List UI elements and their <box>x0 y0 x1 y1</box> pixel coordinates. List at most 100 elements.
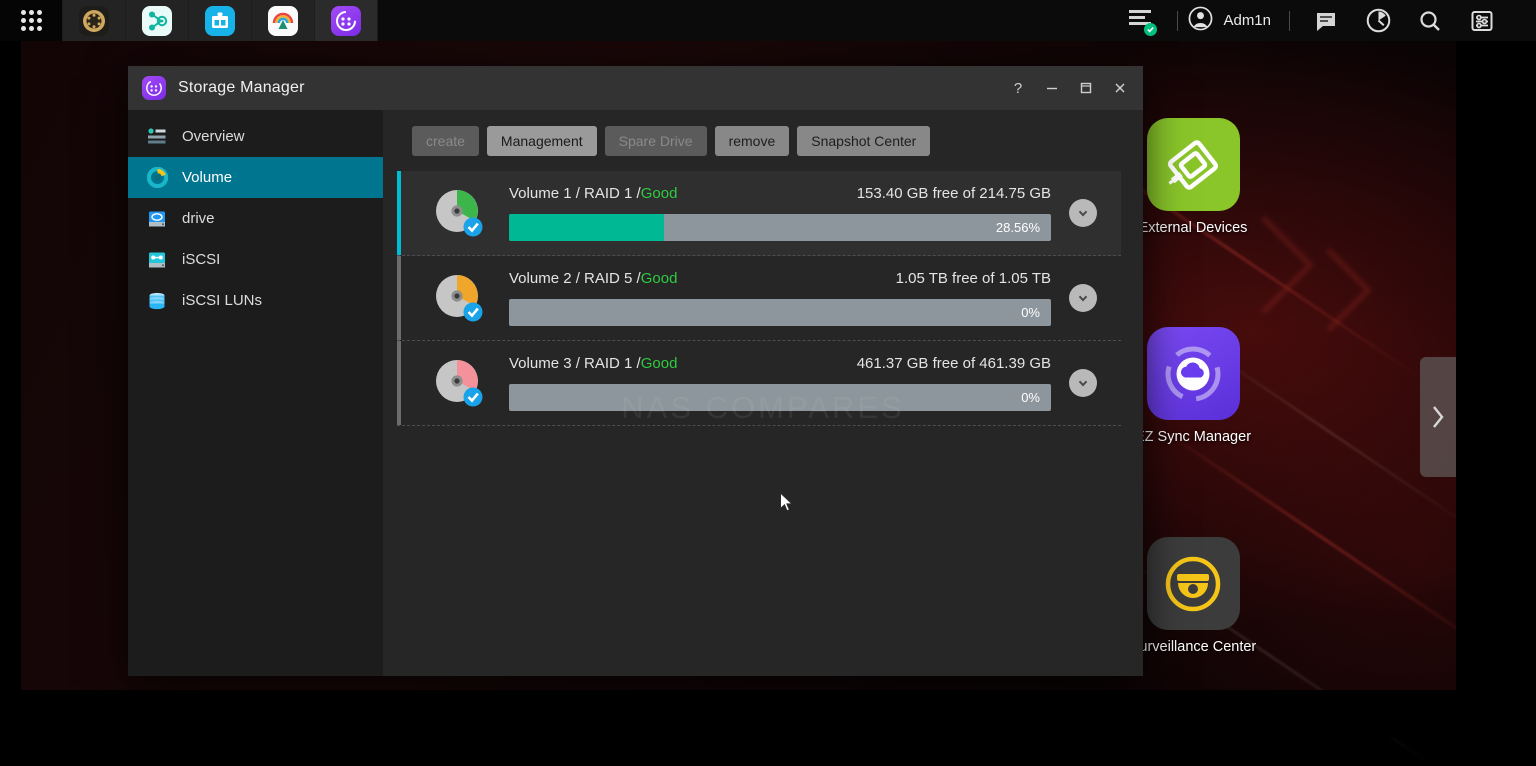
sidebar-item-drive[interactable]: drive <box>128 198 383 239</box>
expand-row-button[interactable] <box>1069 284 1097 312</box>
table-row[interactable]: Volume 2 / RAID 5 / Good 1.05 TB free of… <box>397 256 1121 341</box>
management-button[interactable]: Management <box>486 126 597 156</box>
volume-usage-percent: 28.56% <box>995 220 1040 235</box>
volume-name: Volume 2 / RAID 5 / <box>509 270 641 287</box>
status-badge: Good <box>640 355 678 372</box>
sidebar-item-label: iSCSI LUNs <box>182 292 263 309</box>
table-row[interactable]: Volume 3 / RAID 1 / Good 461.37 GB free … <box>397 341 1121 426</box>
remove-button[interactable]: remove <box>714 126 790 156</box>
system-status-button[interactable] <box>1115 0 1167 41</box>
sidebar-item-overview[interactable]: Overview <box>128 116 383 157</box>
resource-monitor-icon <box>1366 8 1390 33</box>
toolbar: create Management Spare Drive remove Sna… <box>383 126 1143 156</box>
photo-station-icon <box>268 5 298 36</box>
iscsi-icon <box>146 249 168 271</box>
settings-icon <box>1471 10 1493 31</box>
divider <box>1177 10 1179 31</box>
settings-button[interactable] <box>1456 0 1508 41</box>
taskbar-item-storage-manager[interactable] <box>315 0 378 41</box>
volume-disc-icon <box>431 355 487 411</box>
table-row[interactable]: Volume 1 / RAID 1 / Good 153.40 GB free … <box>397 171 1121 256</box>
iscsi-lun-icon <box>146 290 168 312</box>
window-title: Storage Manager <box>178 79 305 96</box>
volume-capacity: 1.05 TB free of 1.05 TB <box>895 270 1051 287</box>
volume-usage-fill <box>509 214 664 241</box>
usb-device-icon <box>1146 118 1240 211</box>
volume-usage-bar: 28.56% <box>509 214 1051 241</box>
expand-row-button[interactable] <box>1069 199 1097 227</box>
app-center-icon <box>205 5 235 36</box>
storage-manager-window: Storage Manager ? Overview Volume drive … <box>128 66 1143 676</box>
user-avatar-icon <box>1188 6 1213 36</box>
network-topology-icon <box>142 5 172 36</box>
close-icon <box>1115 83 1125 93</box>
system-status-icon <box>1127 6 1158 36</box>
sidebar-item-label: iSCSI <box>182 251 221 268</box>
sidebar-item-iscsi-luns[interactable]: iSCSI LUNs <box>128 280 383 321</box>
status-badge: Good <box>640 185 678 202</box>
resource-monitor-button[interactable] <box>1352 0 1404 41</box>
volume-icon <box>146 167 168 189</box>
username-label: Adm1n <box>1223 12 1271 29</box>
user-menu[interactable]: Adm1n <box>1188 6 1279 36</box>
close-button[interactable] <box>1103 71 1137 105</box>
window-titlebar[interactable]: Storage Manager ? <box>128 66 1143 110</box>
taskbar: Adm1n <box>0 0 1536 41</box>
volume-info: Volume 1 / RAID 1 / Good 153.40 GB free … <box>509 185 1069 241</box>
chevron-down-icon <box>1078 295 1088 302</box>
search-button[interactable] <box>1404 0 1456 41</box>
sidebar-item-label: Volume <box>182 169 233 186</box>
app-menu-grid-icon <box>20 10 42 31</box>
search-icon <box>1420 10 1440 31</box>
chat-icon <box>1317 12 1335 31</box>
sidebar-item-label: drive <box>182 210 215 227</box>
taskbar-item-photo-station[interactable] <box>252 0 315 41</box>
cloud-sync-icon <box>1146 327 1240 420</box>
volume-disc-icon <box>431 270 487 326</box>
taskbar-item-network[interactable] <box>126 0 189 41</box>
chevron-down-icon <box>1078 210 1088 217</box>
drive-icon <box>146 208 168 230</box>
volume-info: Volume 2 / RAID 5 / Good 1.05 TB free of… <box>509 270 1069 326</box>
mouse-cursor <box>779 491 795 519</box>
status-badge: Good <box>640 270 678 287</box>
chevron-down-icon <box>1078 380 1088 387</box>
volume-usage-bar: 0% <box>509 299 1051 326</box>
notifications-button[interactable] <box>1300 0 1352 41</box>
row-accent-bar <box>397 256 401 340</box>
sidebar-item-volume[interactable]: Volume <box>128 157 383 198</box>
minimize-icon <box>1047 87 1057 90</box>
sidebar: Overview Volume drive iSCSI iSCSI LUNs <box>128 110 383 676</box>
spare-drive-button[interactable]: Spare Drive <box>604 126 707 156</box>
maximize-button[interactable] <box>1069 71 1103 105</box>
control-panel-icon <box>79 5 109 36</box>
volume-usage-percent: 0% <box>1021 390 1040 405</box>
sidebar-item-label: Overview <box>182 128 245 145</box>
create-button[interactable]: create <box>412 126 479 156</box>
letterbox-left <box>0 41 21 690</box>
letterbox-bottom <box>0 690 1536 738</box>
help-button[interactable]: ? <box>1001 71 1035 105</box>
volume-info: Volume 3 / RAID 1 / Good 461.37 GB free … <box>509 355 1069 411</box>
volume-list: Volume 1 / RAID 1 / Good 153.40 GB free … <box>383 171 1143 426</box>
expand-row-button[interactable] <box>1069 369 1097 397</box>
volume-disc-icon <box>431 185 487 241</box>
sidebar-item-iscsi[interactable]: iSCSI <box>128 239 383 280</box>
overview-icon <box>146 126 168 148</box>
minimize-button[interactable] <box>1035 71 1069 105</box>
volume-name: Volume 3 / RAID 1 / <box>509 355 641 372</box>
taskbar-item-app-center[interactable] <box>189 0 252 41</box>
taskbar-item-control-panel[interactable] <box>63 0 126 41</box>
row-accent-bar <box>397 171 401 255</box>
desktop-edge-panel-handle[interactable] <box>1420 357 1456 477</box>
storage-manager-icon <box>142 76 166 100</box>
volume-capacity: 153.40 GB free of 214.75 GB <box>856 185 1051 202</box>
divider <box>1289 10 1290 31</box>
volume-capacity: 461.37 GB free of 461.39 GB <box>856 355 1051 372</box>
app-menu-grid-button[interactable] <box>0 0 63 41</box>
chevron-right-icon <box>1433 406 1444 428</box>
snapshot-center-button[interactable]: Snapshot Center <box>797 126 931 156</box>
volume-usage-bar: 0% <box>509 384 1051 411</box>
row-accent-bar <box>397 341 401 425</box>
storage-manager-icon <box>331 5 361 36</box>
